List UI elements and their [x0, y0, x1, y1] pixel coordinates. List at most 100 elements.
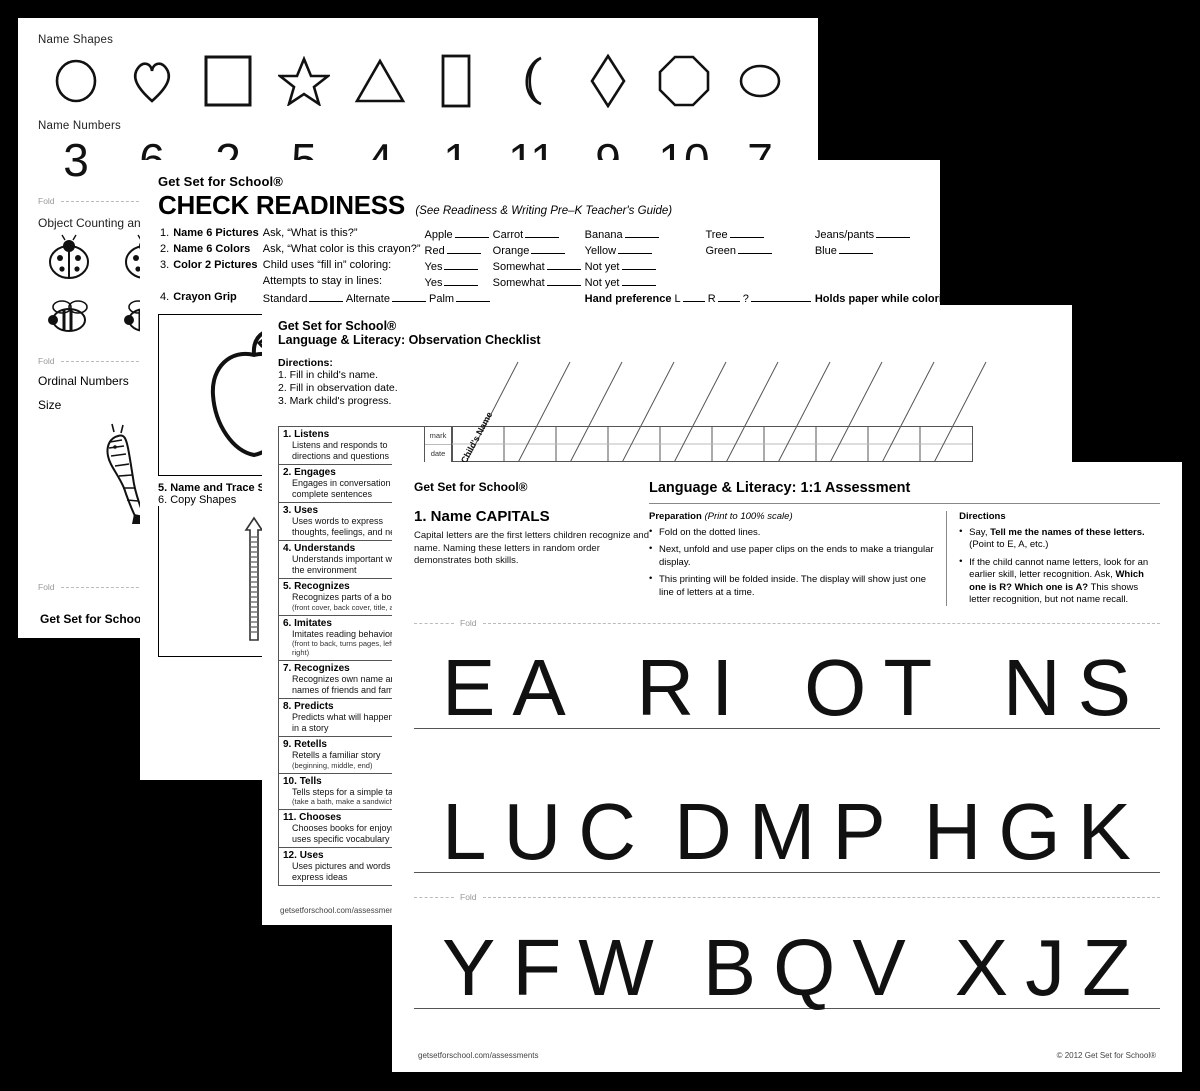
footer-url[interactable]: getsetforschool.com/assessments [280, 906, 401, 915]
triangle-icon [342, 52, 418, 110]
option-label: Blue [814, 245, 837, 257]
number-item: 3 [63, 134, 89, 186]
option-cell[interactable]: Apple [423, 226, 491, 242]
write-in-blank[interactable] [729, 227, 764, 238]
fold-label: Fold [460, 892, 477, 903]
write-in-blank[interactable] [621, 259, 656, 270]
item-number: 10. [283, 775, 297, 787]
option-cell[interactable]: Not yet [583, 274, 704, 290]
letter-group: H G K [924, 792, 1132, 872]
write-in-blank[interactable] [446, 243, 481, 254]
option-cell[interactable]: Jeans/pants [813, 226, 940, 242]
option-cell[interactable]: Not yet [583, 258, 704, 274]
page-title: CHECK READINESS [158, 190, 405, 220]
fold-dashed-line [414, 622, 454, 624]
hand-preference[interactable]: Hand preference L R ? [583, 290, 813, 306]
letter: I [711, 643, 735, 733]
write-in-blank[interactable] [750, 291, 811, 302]
letter: J [1025, 923, 1067, 1013]
preparation-label: Preparation [649, 511, 702, 522]
option-cell[interactable]: Tree [703, 226, 812, 242]
option-cell[interactable]: Somewhat [491, 274, 583, 290]
item-title: Predicts [294, 701, 334, 712]
letter: F [512, 923, 563, 1013]
directions-item: Say, Tell me the names of these letters.… [959, 526, 1160, 552]
option-cell[interactable]: Green [703, 242, 812, 258]
preparation-item: This printing will be folded inside. The… [649, 573, 934, 599]
write-in-blank[interactable] [618, 243, 653, 254]
footer-copyright: © 2012 Get Set for School® [1056, 1051, 1156, 1060]
letter: R [636, 643, 696, 733]
item-number: 8. [283, 701, 292, 712]
sheet-one-to-one-assessment[interactable]: Get Set for School® 1. Name CAPITALS Cap… [392, 462, 1182, 1072]
page-title: Language & Literacy: 1:1 Assessment [649, 480, 911, 496]
row-key: Crayon Grip [173, 291, 237, 303]
rectangle-icon [418, 52, 494, 110]
option-cell[interactable]: Yes [423, 274, 491, 290]
footer-url[interactable]: getsetforschool.com/assessments [418, 1051, 539, 1060]
brand-label: Get Set for School® [158, 174, 283, 189]
option-label: Orange [492, 245, 530, 257]
name-numbers-label: Name Numbers [38, 120, 121, 132]
option-cell[interactable]: Banana [583, 226, 704, 242]
letter: K [1077, 787, 1132, 877]
option-cell[interactable]: Orange [491, 242, 583, 258]
item-title: Tells [299, 775, 322, 787]
option-cell[interactable]: Carrot [491, 226, 583, 242]
instructions-panel: Preparation (Print to 100% scale) Fold o… [649, 503, 1160, 607]
item-number: 12. [283, 850, 297, 861]
option-label: Jeans/pants [814, 229, 875, 241]
directions-section: Directions Say, Tell me the names of the… [947, 511, 1160, 606]
option-label: Yes [424, 261, 443, 273]
item-number: 1. [283, 429, 292, 440]
item-title: Recognizes [294, 663, 350, 674]
write-in-blank[interactable] [546, 259, 581, 270]
row-key: Color 2 Pictures [173, 259, 258, 271]
write-in-blank[interactable] [717, 291, 740, 302]
write-in-blank[interactable] [531, 243, 566, 254]
option-label: Not yet [584, 261, 620, 273]
directions-label: Directions [959, 511, 1006, 522]
write-in-blank[interactable] [391, 291, 426, 302]
option-label: Green [705, 245, 737, 257]
write-in-blank[interactable] [876, 227, 911, 238]
option-cell[interactable]: Somewhat [491, 258, 583, 274]
mark-label: mark [425, 427, 451, 445]
write-in-blank[interactable] [738, 243, 773, 254]
name-shapes-label: Name Shapes [38, 34, 114, 46]
option-label: ? [742, 293, 749, 305]
item-title: Recognizes [294, 581, 350, 592]
option-cell[interactable]: Blue [813, 242, 940, 258]
write-in-blank[interactable] [525, 227, 560, 238]
holds-paper[interactable]: Holds paper while coloring Yes Sometimes… [813, 290, 940, 306]
write-in-blank[interactable] [682, 291, 705, 302]
row-prompt: Ask, “What is this?” [262, 227, 358, 239]
write-in-blank[interactable] [621, 275, 656, 286]
write-in-blank[interactable] [454, 227, 489, 238]
option-label: Standard [262, 293, 308, 305]
letter: O [804, 643, 868, 733]
option-cell[interactable]: Yes [423, 258, 491, 274]
write-in-blank[interactable] [838, 243, 873, 254]
row-number: 2. [160, 243, 170, 255]
option-cell[interactable]: Yellow [583, 242, 704, 258]
item-number: 5. [283, 581, 292, 592]
letter: H [923, 787, 983, 877]
write-in-blank[interactable] [456, 291, 491, 302]
write-in-blank[interactable] [624, 227, 659, 238]
option-cell[interactable]: Red [423, 242, 491, 258]
list-item: 1. Listens Listens and responds to direc… [279, 427, 424, 465]
letter-group: B Q V [703, 928, 907, 1008]
row-number: 4. [160, 291, 170, 303]
readiness-table: 1. Name 6 Pictures Ask, “What is this?” … [158, 226, 940, 306]
write-in-blank[interactable] [546, 275, 581, 286]
write-in-blank[interactable] [309, 291, 344, 302]
letter: C [578, 787, 638, 877]
hand-preference-label: Hand preference [584, 293, 672, 305]
item-number: 9. [283, 739, 292, 750]
crayon-grip-options[interactable]: Standard Alternate Palm [261, 290, 583, 306]
option-label: Carrot [492, 229, 524, 241]
item-number: 6. [283, 617, 292, 629]
write-in-blank[interactable] [444, 275, 479, 286]
write-in-blank[interactable] [444, 259, 479, 270]
